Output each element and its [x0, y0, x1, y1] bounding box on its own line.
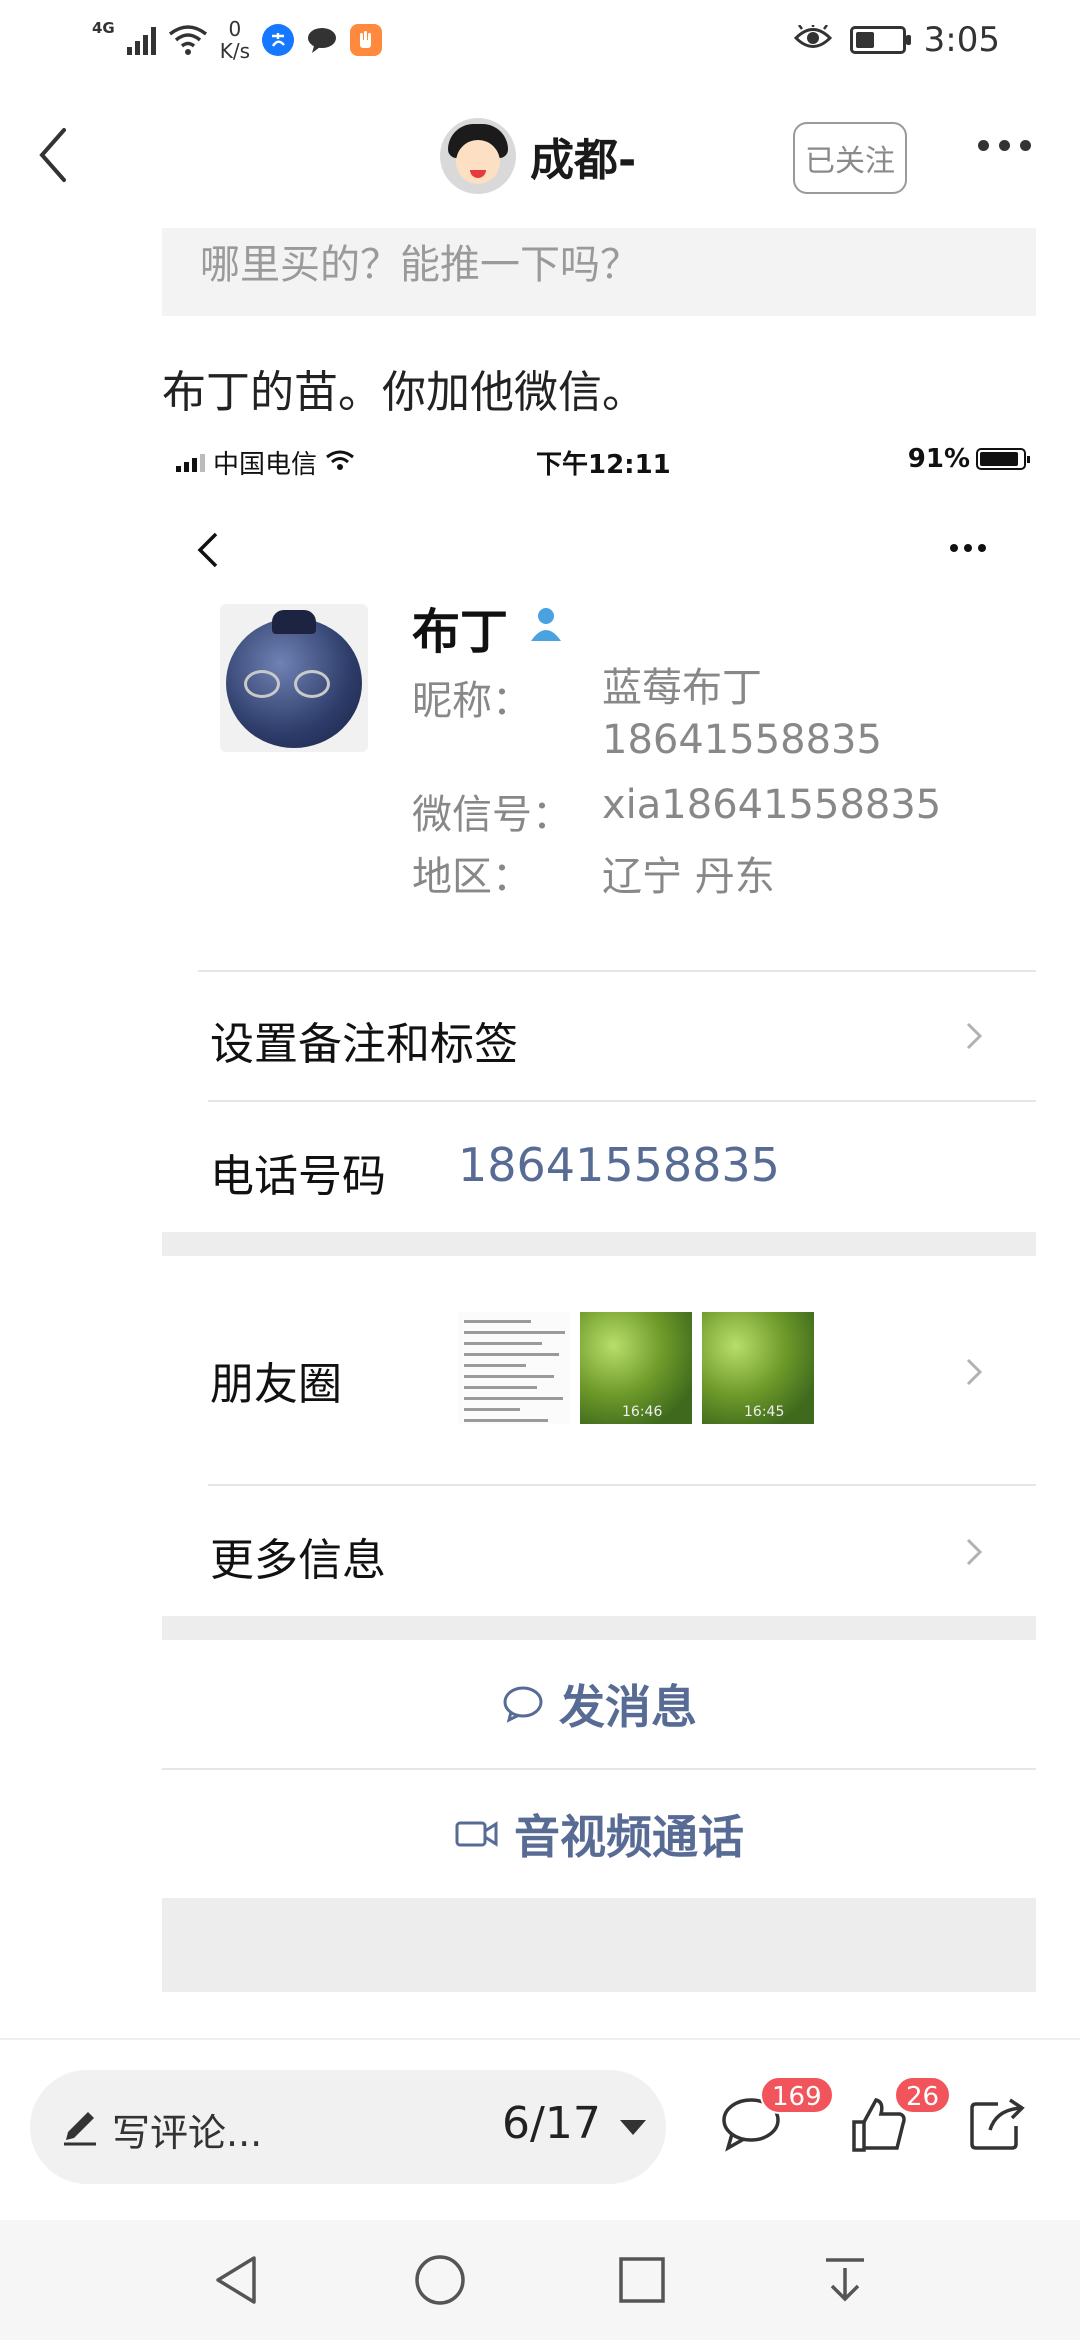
- chevron-right-icon: [966, 1538, 983, 1566]
- nav-back-icon[interactable]: [210, 2252, 262, 2308]
- contact-name: 布丁: [412, 604, 509, 660]
- video-call-label: 音视频通话: [514, 1810, 744, 1864]
- speed-unit: K/s: [219, 39, 251, 63]
- photo-timestamp: 16:46: [622, 1404, 663, 1420]
- send-message-label: 发消息: [559, 1680, 697, 1734]
- follow-button[interactable]: 已关注: [793, 122, 907, 194]
- remark-tags-row: 设置备注和标签: [162, 972, 1036, 1100]
- inner-carrier: 中国电信: [213, 450, 318, 480]
- share-icon[interactable]: [968, 2096, 1026, 2152]
- chevron-right-icon: [966, 1358, 983, 1386]
- comment-input[interactable]: 写评论... 6/17: [30, 2070, 666, 2184]
- nav-notification-icon[interactable]: [820, 2252, 870, 2308]
- chevron-left-icon: [39, 128, 66, 182]
- inner-more-icon: [950, 544, 986, 552]
- status-bar: 4G 0 K/s 3:05: [0, 0, 1080, 84]
- app-header: 成都- 已关注: [0, 100, 1080, 212]
- like-count-badge: 26: [894, 2076, 952, 2114]
- speed-value: 0: [228, 17, 242, 41]
- phone-row: 电话号码 18641558835: [162, 1102, 1036, 1230]
- region-label: 地区：: [412, 854, 532, 900]
- moments-label: 朋友圈: [210, 1359, 342, 1410]
- moments-thumbnail: 16:46: [580, 1312, 692, 1424]
- phone-label: 电话号码: [210, 1151, 386, 1202]
- contact-name-row: 布丁: [412, 592, 566, 662]
- send-message-action: 发消息: [162, 1640, 1036, 1768]
- alipay-icon: [262, 24, 295, 56]
- quoted-comment: 哪里买的？能推一下吗？: [162, 228, 1036, 316]
- wechat-id-label: 微信号：: [412, 792, 572, 838]
- inner-nav-bar: [162, 512, 1036, 592]
- wechat-id-value: xia18641558835: [602, 782, 942, 828]
- inner-back-icon: [188, 526, 228, 578]
- author-info[interactable]: 成都-: [440, 118, 636, 194]
- system-nav-bar: [0, 2220, 1080, 2340]
- nav-recents-icon[interactable]: [616, 2252, 668, 2308]
- comment-placeholder: 写评论...: [112, 2111, 263, 2155]
- nickname-line-2: 18641558835: [602, 717, 882, 763]
- wifi-icon: [168, 24, 208, 56]
- status-right: 3:05: [793, 20, 1000, 60]
- nav-home-icon[interactable]: [412, 2252, 468, 2308]
- video-call-action: 音视频通话: [162, 1770, 1036, 1898]
- clock: 3:05: [923, 20, 1000, 60]
- user-icon: [526, 599, 566, 655]
- chevron-right-icon: [966, 1022, 983, 1050]
- inner-signal-icon: [176, 453, 205, 472]
- nickname-value: 蓝莓布丁 18641558835: [602, 662, 882, 766]
- section-gap: [162, 1232, 1036, 1256]
- video-camera-icon: [455, 1821, 498, 1847]
- pencil-icon: [64, 2112, 96, 2146]
- eye-icon: [793, 20, 832, 60]
- quoted-comment-text: 哪里买的？能推一下吗？: [200, 242, 640, 288]
- message-bubble-icon: [503, 1686, 543, 1723]
- inner-clock: 下午12:11: [536, 450, 671, 480]
- region-value: 辽宁 丹东: [602, 854, 775, 900]
- more-options-icon[interactable]: [978, 140, 1031, 151]
- inner-battery-icon: [976, 448, 1030, 470]
- network-type: 4G: [92, 19, 115, 37]
- moments-row: 朋友圈 16:46 16:45: [162, 1256, 1036, 1486]
- back-button[interactable]: [22, 120, 92, 190]
- caret-down-icon[interactable]: [620, 2120, 646, 2135]
- battery-icon: [849, 26, 911, 54]
- divider: [0, 2038, 1080, 2040]
- section-gap: [162, 1616, 1036, 1640]
- photo-timestamp: 16:45: [744, 1404, 785, 1420]
- more-info-row: 更多信息: [162, 1486, 1036, 1616]
- remark-tags-label: 设置备注和标签: [210, 1019, 518, 1070]
- nickname-label: 昵称：: [412, 678, 532, 724]
- moments-thumbnail: 16:45: [702, 1312, 814, 1424]
- network-speed: 0 K/s: [220, 18, 250, 62]
- chat-bubble-icon: [306, 24, 338, 56]
- comment-count-badge: 169: [760, 2076, 834, 2114]
- signal-icon: [126, 25, 156, 55]
- phone-number: 18641558835: [458, 1138, 780, 1192]
- inner-wifi-icon: [325, 448, 355, 478]
- inner-status-bar: 中国电信 下午12:11 91%: [162, 432, 1036, 494]
- author-name[interactable]: 成都-: [530, 124, 636, 188]
- embedded-screenshot[interactable]: 中国电信 下午12:11 91% 布丁 昵称： 蓝莓布丁 18641558835: [162, 432, 1036, 1992]
- author-avatar[interactable]: [440, 118, 516, 194]
- status-left: 4G 0 K/s: [92, 18, 383, 62]
- hand-icon: [350, 24, 383, 56]
- article-paragraph: 布丁的苗。你加他微信。: [162, 367, 646, 418]
- page-indicator[interactable]: 6/17: [502, 2098, 601, 2149]
- more-info-label: 更多信息: [210, 1535, 386, 1586]
- nickname-line-1: 蓝莓布丁: [602, 665, 762, 711]
- moments-thumbnail: [458, 1312, 570, 1424]
- section-gap: [162, 1898, 1036, 1992]
- inner-battery-percent: 91%: [907, 444, 970, 474]
- contact-avatar: [220, 604, 368, 752]
